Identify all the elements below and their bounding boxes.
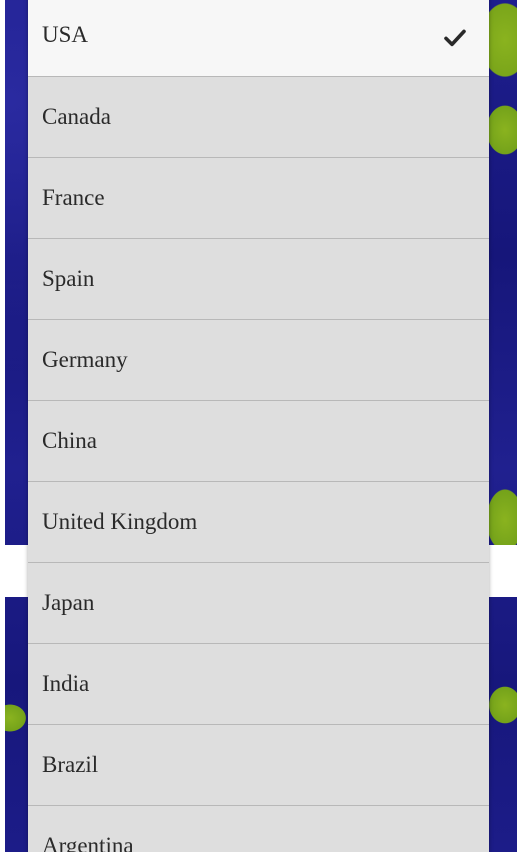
option-label: Japan: [42, 590, 95, 615]
dropdown-option-china[interactable]: China: [28, 401, 489, 482]
option-label: China: [42, 428, 97, 453]
option-label: USA: [42, 22, 89, 47]
dropdown-option-spain[interactable]: Spain: [28, 239, 489, 320]
option-label: France: [42, 185, 105, 210]
option-label: Brazil: [42, 752, 99, 777]
country-dropdown-list[interactable]: USA Canada France Spain Germany China Un…: [28, 0, 489, 852]
dropdown-option-united-kingdom[interactable]: United Kingdom: [28, 482, 489, 563]
dropdown-option-india[interactable]: India: [28, 644, 489, 725]
dropdown-option-usa[interactable]: USA: [28, 0, 489, 77]
option-label: Spain: [42, 266, 95, 291]
option-label: Germany: [42, 347, 128, 372]
background-edge: [0, 0, 5, 852]
option-label: India: [42, 671, 90, 696]
dropdown-option-japan[interactable]: Japan: [28, 563, 489, 644]
dropdown-option-france[interactable]: France: [28, 158, 489, 239]
dropdown-option-argentina[interactable]: Argentina: [28, 806, 489, 852]
dropdown-option-canada[interactable]: Canada: [28, 77, 489, 158]
dropdown-option-brazil[interactable]: Brazil: [28, 725, 489, 806]
checkmark-icon: [444, 29, 466, 47]
option-label: Canada: [42, 104, 111, 129]
option-label: Argentina: [42, 833, 134, 852]
dropdown-option-germany[interactable]: Germany: [28, 320, 489, 401]
option-label: United Kingdom: [42, 509, 198, 534]
